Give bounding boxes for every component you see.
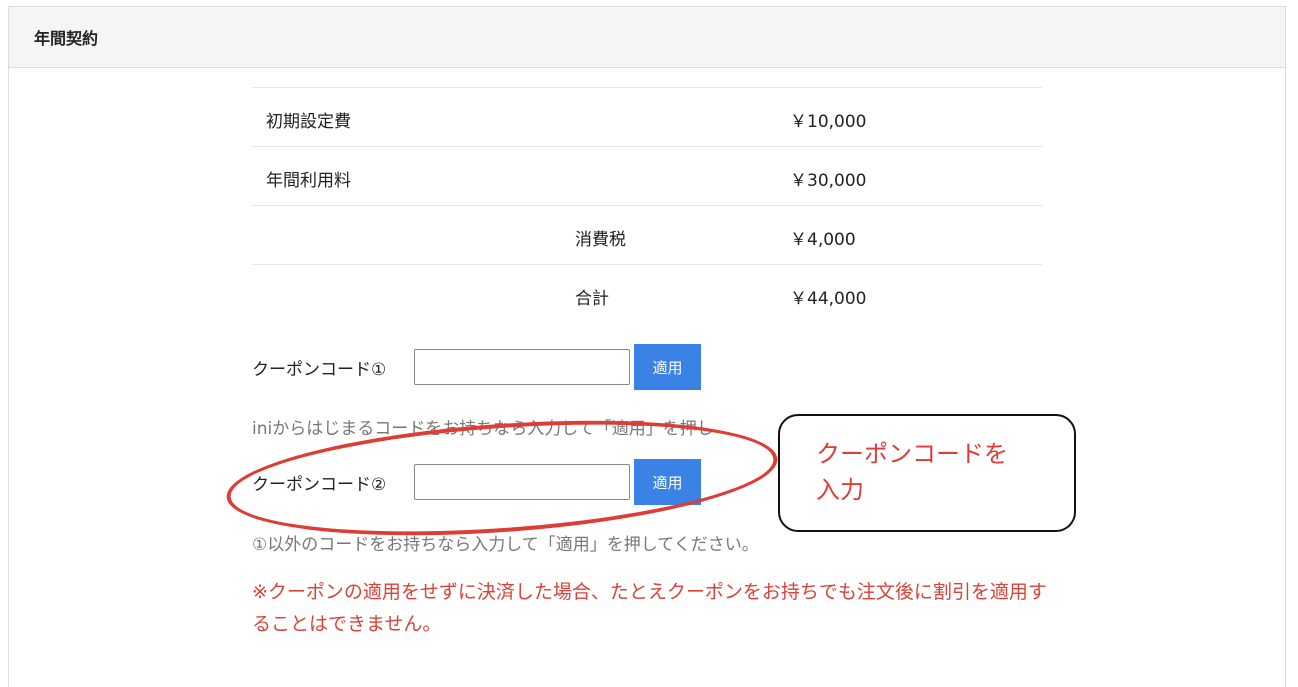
price-row-annual-fee: 年間利用料 ￥30,000 [252,146,1042,205]
apply-coupon-2-button[interactable]: 適用 [634,459,701,505]
coupon-hint-1: iniからはじまるコードをお持ちなら入力して「適用」を押し [252,419,714,439]
panel-header: 年間契約 [9,7,1285,68]
panel-title: 年間契約 [34,29,99,48]
coupon-row-2: クーポンコード② 適用 [252,459,701,505]
annotation-line-1: クーポンコードを [816,440,1008,468]
row-label: 初期設定費 [266,112,351,132]
row-value: ￥4,000 [790,230,856,250]
price-row-setup-fee: 初期設定費 ￥10,000 [252,87,1042,146]
annotation-line-2: 入力 [816,476,864,504]
row-sublabel: 消費税 [575,230,626,250]
row-sublabel: 合計 [575,289,609,309]
row-value: ￥44,000 [790,289,867,309]
apply-coupon-1-button[interactable]: 適用 [634,344,701,390]
coupon-row-1: クーポンコード① 適用 [252,344,701,390]
coupon-label-2: クーポンコード② [252,474,387,495]
price-row-total: 合計 ￥44,000 [252,264,1042,324]
row-label: 年間利用料 [266,171,351,191]
coupon-hint-2: ①以外のコードをお持ちなら入力して「適用」を押してください。 [252,535,759,555]
coupon-label-1: クーポンコード① [252,359,387,380]
price-row-tax: 消費税 ￥4,000 [252,205,1042,264]
row-value: ￥10,000 [790,112,867,132]
price-table: 初期設定費 ￥10,000 年間利用料 ￥30,000 消費税 ￥4,000 合… [252,87,1042,324]
coupon-warning-text: ※クーポンの適用をせずに決済した場合、たとえクーポンをお持ちでも注文後に割引を適… [252,581,1047,635]
annotation-text: クーポンコードを 入力 [816,436,1066,508]
annotation-callout: クーポンコードを 入力 [778,414,1076,532]
coupon-code-1-input[interactable] [414,349,630,385]
row-value: ￥30,000 [790,171,867,191]
coupon-code-2-input[interactable] [414,464,630,500]
